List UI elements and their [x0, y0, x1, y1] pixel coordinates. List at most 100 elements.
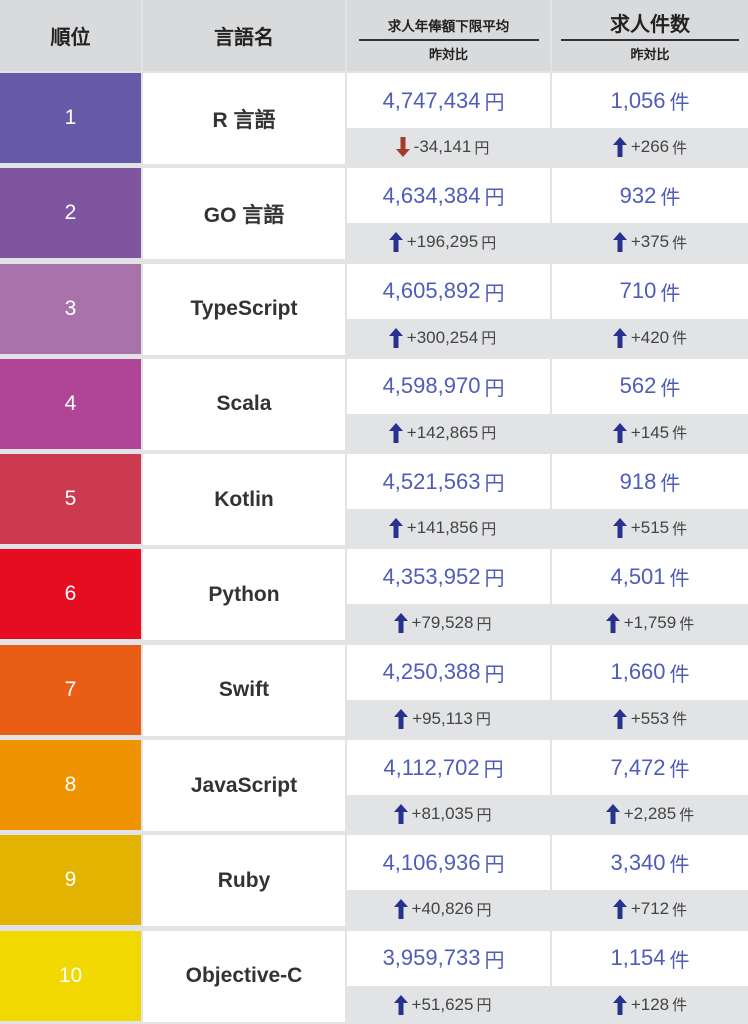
- count-delta-value: +266: [630, 137, 670, 156]
- header-rank: 順位: [0, 0, 141, 71]
- salary-value: 4,353,952: [382, 563, 481, 589]
- salary-value: 4,250,388: [382, 659, 481, 685]
- rank-cell: 5: [0, 454, 141, 545]
- salary-cell: 4,747,434 円: [347, 73, 550, 128]
- salary-value: 4,634,384: [382, 182, 481, 208]
- count-delta-cell: +712 件: [552, 891, 748, 928]
- count-delta-cell: +145 件: [552, 414, 748, 451]
- salary-value: 4,747,434: [382, 87, 481, 113]
- count-arrow-up-icon: [612, 422, 627, 443]
- salary-delta-cell: +95,113 円: [347, 700, 550, 737]
- language-name: Ruby: [217, 868, 271, 892]
- language-cell: JavaScript: [143, 740, 345, 832]
- rank-number: 8: [64, 773, 77, 797]
- ken-unit: 件: [672, 330, 688, 348]
- salary-cell: 4,521,563 円: [347, 454, 550, 510]
- salary-arrow-up-icon: [393, 804, 408, 825]
- rank-cell: 10: [0, 930, 141, 1021]
- yen-unit: 円: [481, 234, 497, 252]
- salary-arrow-up-icon: [388, 327, 403, 348]
- header-count: 求人件数 昨対比: [552, 0, 748, 71]
- salary-delta-cell: +141,856 円: [347, 510, 550, 547]
- yen-unit: 円: [484, 377, 505, 400]
- count-value: 4,501: [610, 563, 666, 589]
- language-name: Kotlin: [214, 487, 274, 511]
- table-row-1: 1 R 言語 4,747,434 円 1,056 件 -34,141 円 +266 件: [0, 71, 748, 166]
- salary-value: 4,112,702: [383, 754, 480, 780]
- ken-unit: 件: [669, 568, 690, 591]
- salary-delta-cell: +142,865 円: [347, 414, 550, 451]
- salary-cell: 4,605,892 円: [347, 263, 550, 319]
- salary-delta-cell: +40,826 円: [347, 891, 550, 928]
- ken-unit: 件: [669, 759, 690, 782]
- salary-value: 3,959,733: [382, 945, 481, 971]
- salary-delta-cell: -34,141 円: [347, 129, 550, 165]
- count-delta-value: +515: [630, 518, 670, 538]
- salary-delta-value: +300,254: [406, 327, 479, 347]
- language-cell: R 言語: [143, 73, 345, 164]
- header-rank-label: 順位: [50, 25, 91, 49]
- language-name: Swift: [218, 678, 270, 702]
- language-name: Scala: [216, 392, 272, 416]
- salary-delta-value: +196,295: [406, 232, 479, 252]
- table-body: 1 R 言語 4,747,434 円 1,056 件 -34,141 円 +266 件 …: [0, 71, 748, 1024]
- ken-unit: 件: [679, 806, 695, 824]
- language-cell: TypeScript: [143, 263, 345, 355]
- count-value: 710: [619, 278, 657, 304]
- count-value: 3,340: [610, 849, 666, 875]
- salary-value: 4,598,970: [382, 373, 481, 399]
- rank-cell: 7: [0, 644, 141, 735]
- rank-number: 9: [64, 868, 77, 892]
- language-cell: Objective-C: [143, 930, 345, 1022]
- ken-unit: 件: [672, 901, 688, 919]
- yen-unit: 円: [481, 520, 497, 538]
- yen-unit: 円: [475, 711, 491, 729]
- count-arrow-up-icon: [612, 137, 627, 157]
- table-header: 順位 言語名 求人年俸額下限平均 昨対比 求人件数 昨対比: [0, 0, 748, 71]
- salary-delta-cell: +79,528 円: [347, 605, 550, 642]
- ken-unit: 件: [672, 520, 688, 538]
- count-delta-value: +2,285: [623, 804, 677, 824]
- rank-cell: 9: [0, 835, 141, 926]
- language-cell: Ruby: [143, 835, 345, 927]
- count-value: 7,472: [610, 754, 666, 780]
- table-row-2: 2 GO 言語 4,634,384 円 932 件 +196,295 円 +375 件: [0, 166, 748, 261]
- count-arrow-up-icon: [612, 232, 627, 253]
- ken-unit: 件: [660, 377, 681, 400]
- language-cell: GO 言語: [143, 168, 345, 260]
- salary-delta-value: +40,826: [411, 899, 474, 919]
- header-salary-title: 求人年俸額下限平均: [358, 15, 539, 41]
- ken-unit: 件: [669, 663, 690, 686]
- count-value: 932: [619, 182, 657, 208]
- header-salary: 求人年俸額下限平均 昨対比: [347, 0, 550, 71]
- ken-unit: 件: [660, 473, 681, 496]
- ken-unit: 件: [672, 997, 688, 1015]
- count-delta-cell: +128 件: [552, 986, 748, 1023]
- ken-unit: 件: [679, 615, 695, 633]
- salary-value: 4,521,563: [382, 468, 481, 494]
- ken-unit: 件: [672, 425, 688, 443]
- salary-arrow-up-icon: [394, 708, 409, 729]
- ken-unit: 件: [660, 187, 681, 210]
- yen-unit: 円: [474, 139, 490, 157]
- rank-number: 7: [64, 677, 77, 701]
- table-row-4: 4 Scala 4,598,970 円 562 件 +142,865 円 +145 件: [0, 357, 748, 452]
- count-value: 562: [619, 373, 657, 399]
- count-cell: 562 件: [552, 358, 748, 414]
- salary-value: 4,605,892: [382, 278, 481, 304]
- language-name: TypeScript: [190, 297, 298, 321]
- header-count-sub: 昨対比: [630, 48, 670, 63]
- count-delta-value: +712: [630, 899, 670, 919]
- count-value: 1,660: [610, 659, 666, 685]
- count-cell: 4,501 件: [552, 549, 748, 605]
- salary-arrow-down-icon: [395, 137, 410, 157]
- count-arrow-up-icon: [605, 613, 620, 634]
- ken-unit: 件: [669, 854, 690, 877]
- salary-delta-cell: +81,035 円: [347, 796, 550, 833]
- yen-unit: 円: [484, 949, 505, 972]
- salary-cell: 4,598,970 円: [347, 358, 550, 414]
- salary-cell: 4,106,936 円: [347, 835, 550, 891]
- table-row-6: 6 Python 4,353,952 円 4,501 件 +79,528 円 +1,7…: [0, 547, 748, 642]
- count-delta-value: +420: [630, 327, 670, 347]
- count-value: 1,056: [610, 87, 666, 113]
